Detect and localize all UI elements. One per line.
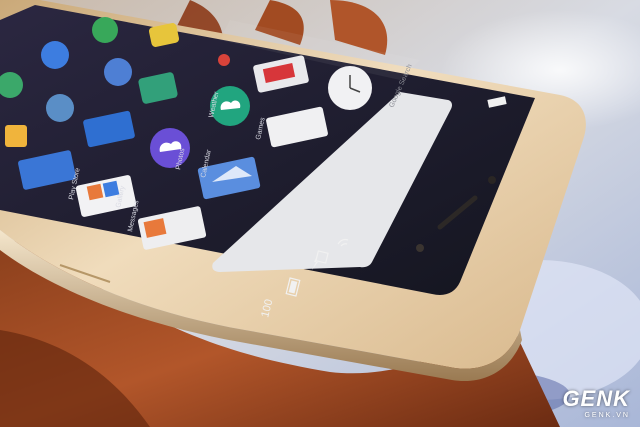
- watermark-brand: GENK: [562, 386, 630, 411]
- gallery-tile: [86, 183, 104, 201]
- app-icon[interactable]: [46, 94, 74, 122]
- phone-photo: Gallery Photos Games Weather Calendar Pl…: [0, 0, 640, 427]
- app-icon[interactable]: [104, 58, 132, 86]
- app-icon[interactable]: [218, 54, 230, 66]
- watermark: GENK GENK.VN: [562, 386, 630, 420]
- proximity-sensor: [416, 244, 424, 252]
- photo-scene: Gallery Photos Games Weather Calendar Pl…: [0, 0, 640, 427]
- app-icon[interactable]: [92, 17, 118, 43]
- front-camera: [488, 176, 496, 184]
- watermark-domain: GENK.VN: [584, 412, 630, 419]
- app-icon[interactable]: [5, 125, 27, 147]
- app-icon[interactable]: [41, 41, 69, 69]
